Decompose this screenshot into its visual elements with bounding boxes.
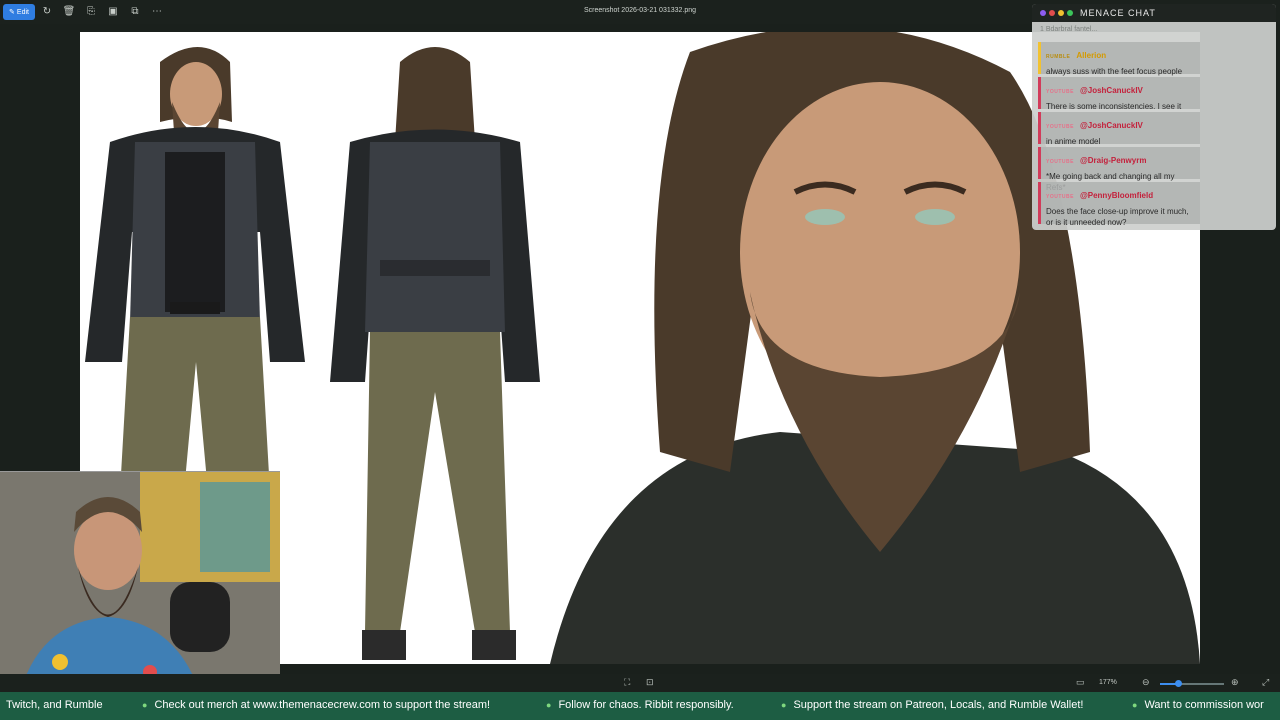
source-badge: YOUTUBE bbox=[1046, 89, 1074, 95]
dot-icon bbox=[1040, 10, 1046, 16]
source-badge: RUMBLE bbox=[1046, 54, 1071, 60]
chat-username: Allerion bbox=[1076, 51, 1107, 60]
chat-message: YOUTUBE @JoshCanuckIV in anime model bbox=[1038, 112, 1200, 146]
image-icon[interactable]: ▣ bbox=[106, 5, 120, 19]
chat-header: MENACE CHAT bbox=[1032, 4, 1276, 22]
bullet-icon: ● bbox=[1132, 700, 1138, 710]
view-mode-icon[interactable]: ▭ bbox=[1076, 677, 1085, 688]
dot-icon bbox=[1067, 10, 1073, 16]
actual-size-icon[interactable]: ⊡ bbox=[646, 677, 654, 688]
chat-username: @JoshCanuckIV bbox=[1079, 121, 1143, 130]
chat-username: @PennyBloomfield bbox=[1079, 191, 1154, 200]
chat-message-text: in anime model bbox=[1046, 137, 1101, 146]
dot-icon bbox=[1049, 10, 1055, 16]
chat-message-text: There is some inconsistencies. I see it bbox=[1046, 102, 1182, 111]
zoom-slider-handle[interactable] bbox=[1174, 680, 1182, 687]
file-title: Screenshot 2026-03-21 031332.png bbox=[583, 7, 697, 14]
chat-overlay: MENACE CHAT 1 Bdarbral fantel... RUMBLE A… bbox=[1032, 4, 1276, 230]
chat-truncated-text: 1 Bdarbral fantel... bbox=[1040, 26, 1098, 33]
back-view-figure bbox=[330, 47, 540, 660]
chat-username: @Draig-Penwyrm bbox=[1079, 156, 1147, 165]
viewer-status-bar: ⛶ ⊡ ▭ 177% ⊖ ⊕ ⤢ bbox=[0, 674, 1280, 692]
chat-message-text: always suss with the feet focus people bbox=[1046, 67, 1183, 76]
share-icon[interactable]: ⎘ bbox=[84, 5, 98, 19]
dot-icon bbox=[1058, 10, 1064, 16]
chat-username: @JoshCanuckIV bbox=[1079, 86, 1143, 95]
chat-message-text: Does the face close-up improve it much, … bbox=[1046, 207, 1189, 227]
zoom-in-icon[interactable]: ⊕ bbox=[1231, 677, 1239, 688]
zoom-level[interactable]: 177% bbox=[1099, 679, 1117, 686]
fit-screen-icon[interactable]: ⛶ bbox=[624, 677, 630, 688]
ticker-item: ● Support the stream on Patreon, Locals, … bbox=[781, 699, 1084, 711]
ticker-item: ● Want to commission wor bbox=[1132, 699, 1264, 711]
zoom-slider[interactable] bbox=[1160, 680, 1224, 687]
source-badge: YOUTUBE bbox=[1046, 124, 1074, 130]
chat-message: YOUTUBE @Draig-Penwyrm *Me going back and… bbox=[1038, 147, 1200, 192]
rotate-icon[interactable]: ↻ bbox=[40, 5, 54, 19]
bullet-icon: ● bbox=[142, 700, 148, 710]
streamer-image bbox=[0, 472, 280, 692]
webcam-feed bbox=[0, 471, 280, 692]
bullet-icon: ● bbox=[546, 700, 552, 710]
chat-title: MENACE CHAT bbox=[1080, 8, 1156, 18]
more-icon[interactable]: ⋯ bbox=[150, 5, 164, 19]
chat-message: YOUTUBE @JoshCanuckIV There is some incon… bbox=[1038, 77, 1200, 111]
chat-message: RUMBLE Allerion always suss with the feet… bbox=[1038, 42, 1200, 76]
edit-button[interactable]: ✎ Edit bbox=[3, 4, 35, 20]
fullscreen-icon[interactable]: ⤢ bbox=[1262, 677, 1269, 688]
front-view-figure bbox=[85, 47, 305, 492]
delete-icon[interactable]: 🗑 bbox=[62, 5, 76, 19]
edit-icon: ✎ bbox=[9, 9, 15, 16]
news-ticker: Twitch, and Rumble ● Check out merch at w… bbox=[0, 692, 1280, 720]
ticker-item: ● Follow for chaos. Ribbit responsibly. bbox=[546, 699, 734, 711]
bullet-icon: ● bbox=[781, 700, 787, 710]
edit-label: Edit bbox=[16, 8, 29, 16]
source-badge: YOUTUBE bbox=[1046, 194, 1074, 200]
ticker-item: ● Check out merch at www.themenacecrew.co… bbox=[142, 699, 491, 711]
copy-icon[interactable]: ⧉ bbox=[128, 5, 142, 19]
source-badge: YOUTUBE bbox=[1046, 159, 1074, 165]
chat-message: YOUTUBE @PennyBloomfield Does the face cl… bbox=[1038, 182, 1200, 227]
ticker-item: Twitch, and Rumble bbox=[6, 699, 103, 711]
zoom-out-icon[interactable]: ⊖ bbox=[1142, 677, 1150, 688]
